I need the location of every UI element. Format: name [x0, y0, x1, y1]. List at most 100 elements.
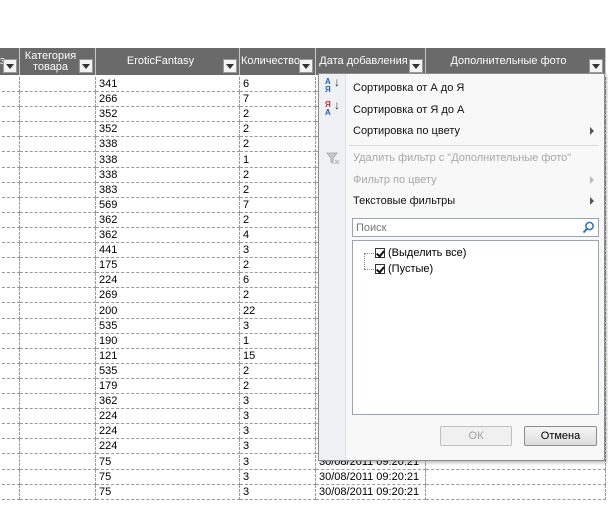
table-cell[interactable]: 535: [96, 318, 240, 334]
menu-filter-by-color[interactable]: Фильтр по цвету: [353, 174, 437, 186]
table-cell[interactable]: 6: [240, 77, 316, 92]
table-cell[interactable]: [0, 379, 20, 394]
table-cell[interactable]: [0, 303, 20, 319]
table-cell[interactable]: 2: [240, 122, 316, 138]
table-cell[interactable]: 3: [240, 409, 316, 425]
table-cell[interactable]: 30/08/2011 09:20:21: [316, 484, 426, 500]
table-cell[interactable]: [0, 288, 20, 304]
table-cell[interactable]: [20, 379, 96, 394]
table-cell[interactable]: 175: [96, 258, 240, 274]
table-cell[interactable]: 121: [96, 348, 240, 364]
table-cell[interactable]: [0, 394, 20, 410]
table-cell[interactable]: 338: [96, 152, 240, 168]
table-cell[interactable]: 75: [96, 484, 240, 500]
table-cell[interactable]: 352: [96, 122, 240, 138]
table-cell[interactable]: 4: [240, 228, 316, 243]
table-cell[interactable]: [20, 484, 96, 500]
table-cell[interactable]: 362: [96, 394, 240, 410]
table-cell[interactable]: [20, 152, 96, 168]
table-cell[interactable]: 2: [240, 212, 316, 228]
table-cell[interactable]: 7: [240, 92, 316, 108]
table-cell[interactable]: [20, 228, 96, 243]
table-cell[interactable]: 338: [96, 137, 240, 153]
filter-dropdown-icon[interactable]: [409, 59, 423, 73]
table-cell[interactable]: 2: [240, 167, 316, 183]
table-cell[interactable]: [20, 212, 96, 228]
filter-dropdown-icon[interactable]: [3, 59, 17, 73]
table-cell[interactable]: 22: [240, 303, 316, 319]
table-cell[interactable]: 3: [240, 394, 316, 410]
cancel-button[interactable]: Отмена: [524, 426, 597, 446]
table-cell[interactable]: [20, 243, 96, 259]
filter-dropdown-icon[interactable]: [223, 59, 237, 73]
table-cell[interactable]: 2: [240, 137, 316, 153]
blanks-checkbox[interactable]: [375, 264, 385, 274]
table-cell[interactable]: 2: [240, 182, 316, 198]
menu-sort-z-to-a[interactable]: Сортировка от Я до А: [353, 104, 464, 116]
table-cell[interactable]: [0, 439, 20, 455]
table-cell[interactable]: [20, 197, 96, 213]
table-cell[interactable]: [0, 167, 20, 183]
table-cell[interactable]: 30/08/2011 09:20:21: [316, 469, 426, 485]
table-cell[interactable]: [0, 243, 20, 259]
table-cell[interactable]: 535: [96, 363, 240, 379]
filter-dropdown-icon[interactable]: [589, 59, 603, 73]
table-cell[interactable]: [20, 333, 96, 349]
table-cell[interactable]: [0, 77, 20, 92]
table-cell[interactable]: 3: [240, 469, 316, 485]
table-cell[interactable]: 1: [240, 152, 316, 168]
table-cell[interactable]: 341: [96, 77, 240, 92]
table-cell[interactable]: 2: [240, 379, 316, 394]
table-cell[interactable]: 352: [96, 107, 240, 123]
table-cell[interactable]: 3: [240, 243, 316, 259]
table-cell[interactable]: [20, 107, 96, 123]
table-cell[interactable]: 3: [240, 424, 316, 440]
table-cell[interactable]: [20, 348, 96, 364]
table-cell[interactable]: [0, 333, 20, 349]
table-cell[interactable]: 179: [96, 379, 240, 394]
table-cell[interactable]: 224: [96, 439, 240, 455]
table-cell[interactable]: [0, 273, 20, 289]
filter-dropdown-icon[interactable]: [299, 59, 313, 73]
table-cell[interactable]: [426, 469, 606, 485]
table-cell[interactable]: [0, 469, 20, 485]
table-cell[interactable]: [0, 348, 20, 364]
table-cell[interactable]: [0, 454, 20, 470]
table-cell[interactable]: [20, 303, 96, 319]
table-cell[interactable]: [0, 122, 20, 138]
table-cell[interactable]: 1: [240, 333, 316, 349]
table-cell[interactable]: [20, 137, 96, 153]
select-all-checkbox[interactable]: [375, 248, 385, 258]
table-cell[interactable]: 2: [240, 258, 316, 274]
table-cell[interactable]: 362: [96, 228, 240, 243]
table-cell[interactable]: 441: [96, 243, 240, 259]
table-cell[interactable]: 224: [96, 424, 240, 440]
table-cell[interactable]: 338: [96, 167, 240, 183]
table-cell[interactable]: 200: [96, 303, 240, 319]
table-cell[interactable]: [0, 92, 20, 108]
table-cell[interactable]: [20, 424, 96, 440]
table-cell[interactable]: 75: [96, 454, 240, 470]
menu-clear-filter[interactable]: Удалить фильтр с "Дополнительные фото": [353, 152, 571, 164]
table-cell[interactable]: 269: [96, 288, 240, 304]
table-cell[interactable]: [0, 409, 20, 425]
table-cell[interactable]: [0, 318, 20, 334]
table-cell[interactable]: [0, 212, 20, 228]
table-cell[interactable]: [20, 77, 96, 92]
table-cell[interactable]: [20, 258, 96, 274]
table-cell[interactable]: [0, 197, 20, 213]
table-cell[interactable]: [20, 288, 96, 304]
table-cell[interactable]: 383: [96, 182, 240, 198]
table-cell[interactable]: [0, 484, 20, 500]
table-cell[interactable]: [20, 122, 96, 138]
table-cell[interactable]: 7: [240, 197, 316, 213]
table-cell[interactable]: [20, 92, 96, 108]
table-cell[interactable]: 362: [96, 212, 240, 228]
table-cell[interactable]: [0, 228, 20, 243]
table-cell[interactable]: [20, 318, 96, 334]
table-cell[interactable]: [20, 394, 96, 410]
table-cell[interactable]: [0, 258, 20, 274]
table-cell[interactable]: [0, 107, 20, 123]
table-cell[interactable]: 75: [96, 469, 240, 485]
table-cell[interactable]: 3: [240, 454, 316, 470]
